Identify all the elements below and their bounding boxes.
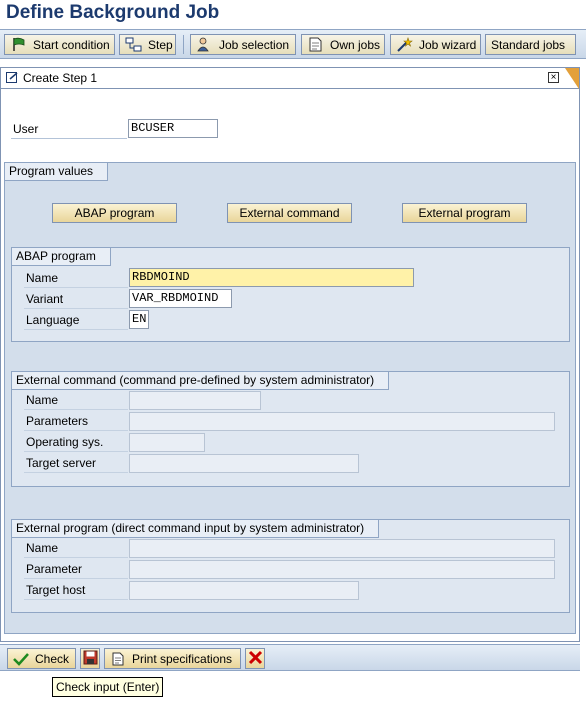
- document-icon: [307, 37, 325, 52]
- abap-name-field[interactable]: RBDMOIND: [129, 268, 414, 287]
- abap-language-label: Language: [24, 311, 128, 330]
- abap-variant-field[interactable]: VAR_RBDMOIND: [129, 289, 232, 308]
- standard-jobs-label: Standard jobs: [491, 37, 566, 52]
- abap-language-field[interactable]: EN: [129, 310, 149, 329]
- start-condition-button[interactable]: Start condition: [4, 34, 115, 55]
- user-label: User: [11, 120, 127, 139]
- ext-command-target-server-field[interactable]: [129, 454, 359, 473]
- screen-title: Create Step 1: [23, 71, 98, 85]
- save-icon: [83, 650, 98, 668]
- ext-command-target-server-label: Target server: [24, 454, 128, 473]
- abap-variant-label: Variant: [24, 290, 128, 309]
- ext-command-parameters-label: Parameters: [24, 412, 128, 431]
- ext-command-os-field[interactable]: [129, 433, 205, 452]
- ext-program-name-field[interactable]: [129, 539, 555, 558]
- check-label: Check: [35, 651, 70, 666]
- ext-command-parameters-field[interactable]: [129, 412, 555, 431]
- cancel-x-icon: [248, 650, 263, 668]
- external-command-title: External command (command pre-defined by…: [12, 372, 390, 390]
- ext-command-name-field[interactable]: [129, 391, 261, 410]
- ext-command-name-label: Name: [24, 391, 128, 410]
- toolbar-separator: [183, 35, 184, 54]
- document-icon: [110, 652, 126, 666]
- external-command-button[interactable]: External command: [227, 203, 352, 223]
- program-values-title: Program values: [5, 163, 109, 181]
- header-corner-decoration: [565, 68, 579, 89]
- standard-jobs-button[interactable]: Standard jobs: [485, 34, 576, 55]
- person-icon: [196, 37, 214, 52]
- application-toolbar: Start condition Step Job selection Own j…: [0, 29, 586, 59]
- ext-program-parameter-field[interactable]: [129, 560, 555, 579]
- edit-icon: [6, 72, 19, 87]
- own-jobs-label: Own jobs: [330, 37, 381, 52]
- footer-toolbar: Check Print specifications: [0, 644, 580, 671]
- step-button[interactable]: Step: [119, 34, 176, 55]
- close-icon[interactable]: ×: [548, 72, 559, 83]
- check-tooltip: Check input (Enter): [52, 677, 164, 697]
- steps-icon: [125, 37, 143, 52]
- job-wizard-label: Job wizard: [419, 37, 477, 52]
- start-condition-label: Start condition: [33, 37, 110, 52]
- abap-program-button[interactable]: ABAP program: [52, 203, 177, 223]
- print-specifications-label: Print specifications: [132, 651, 233, 666]
- ext-program-name-label: Name: [24, 539, 128, 558]
- window-title: Define Background Job: [6, 2, 220, 23]
- own-jobs-button[interactable]: Own jobs: [301, 34, 385, 55]
- ext-program-target-host-label: Target host: [24, 581, 128, 600]
- step-label: Step: [148, 37, 173, 52]
- abap-name-label: Name: [24, 269, 128, 288]
- ext-program-parameter-label: Parameter: [24, 560, 128, 579]
- external-command-group: External command (command pre-defined by…: [11, 371, 570, 487]
- abap-program-title: ABAP program: [12, 248, 111, 266]
- abap-program-group: ABAP program Name RBDMOIND Variant VAR_R…: [11, 247, 570, 342]
- external-program-group: External program (direct command input b…: [11, 519, 570, 613]
- create-step-screen: Create Step 1 × User BCUSER Program valu…: [0, 67, 580, 642]
- flag-icon: [10, 37, 28, 52]
- external-program-title: External program (direct command input b…: [12, 520, 380, 538]
- job-selection-label: Job selection: [219, 37, 290, 52]
- print-specifications-button[interactable]: Print specifications: [104, 648, 241, 669]
- external-program-button[interactable]: External program: [402, 203, 527, 223]
- ext-command-os-label: Operating sys.: [24, 433, 128, 452]
- job-selection-button[interactable]: Job selection: [190, 34, 296, 55]
- ext-program-target-host-field[interactable]: [129, 581, 359, 600]
- program-values-group: Program values ABAP program External com…: [4, 162, 576, 634]
- wizard-wand-icon: [396, 37, 414, 52]
- cancel-button[interactable]: [245, 648, 265, 669]
- check-button[interactable]: Check: [7, 648, 76, 669]
- checkmark-icon: [13, 652, 29, 666]
- screen-header: Create Step 1 ×: [1, 68, 579, 89]
- save-button[interactable]: [80, 648, 100, 669]
- job-wizard-button[interactable]: Job wizard: [390, 34, 481, 55]
- user-field[interactable]: BCUSER: [128, 119, 218, 138]
